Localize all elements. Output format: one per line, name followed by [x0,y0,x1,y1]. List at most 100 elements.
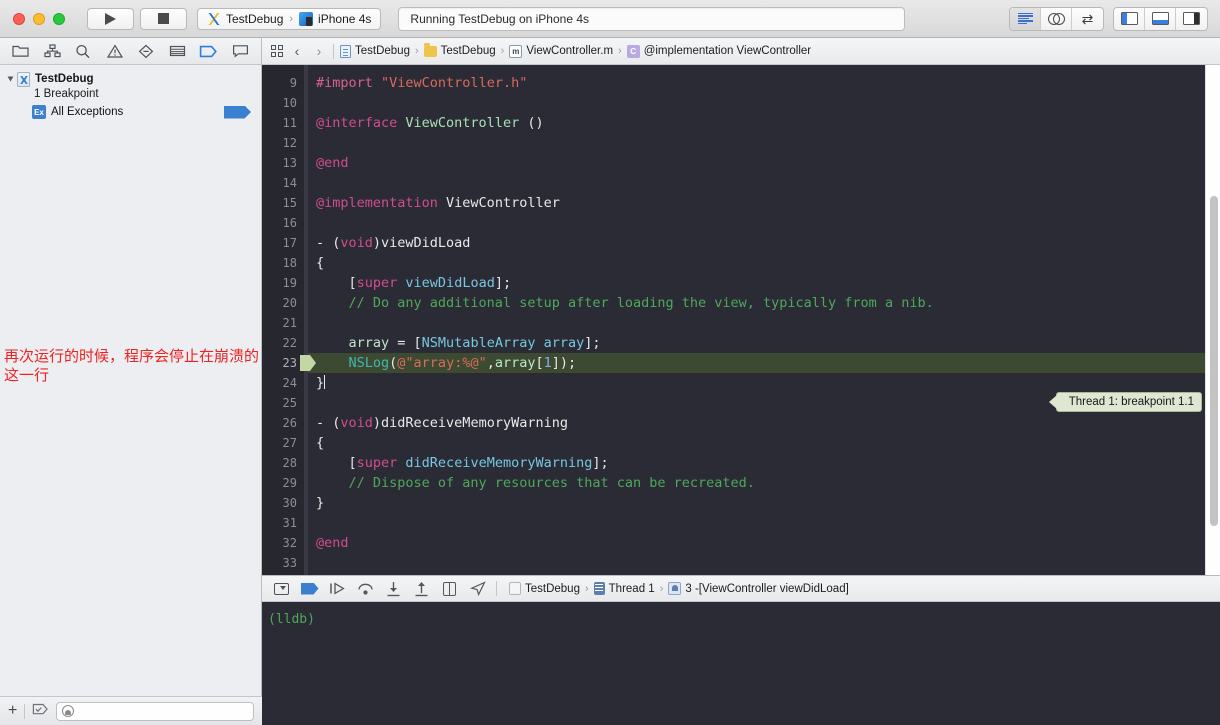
line-number[interactable]: 21 [262,313,304,333]
continue-button[interactable] [328,579,347,598]
filter-input[interactable] [56,701,254,721]
line-number[interactable]: 14 [262,173,304,193]
line-number[interactable]: 11 [262,113,304,133]
add-breakpoint-button[interactable]: + [8,703,17,719]
debug-breadcrumb-thread[interactable]: Thread 1 [593,582,655,595]
code-line[interactable]: @interface ViewController () [308,113,1220,133]
line-number[interactable]: 32 [262,533,304,553]
assistant-editor-button[interactable] [1041,7,1072,30]
line-number[interactable]: 24 [262,373,304,393]
toggle-debug-area-button[interactable] [1145,7,1176,30]
line-number[interactable]: 23 [262,353,304,373]
breakpoint-row-all-exceptions[interactable]: Ex All Exceptions [0,103,261,121]
line-number[interactable]: 10 [262,93,304,113]
debug-breadcrumb-process[interactable]: TestDebug [509,582,580,595]
issue-navigator-tab[interactable] [100,40,129,63]
thread-breakpoint-annotation[interactable]: Thread 1: breakpoint 1.1 [1055,392,1202,412]
line-number[interactable]: 25 [262,393,304,413]
line-number[interactable]: 22 [262,333,304,353]
deactivate-breakpoints-button[interactable] [300,579,319,598]
code-line[interactable]: #import "ViewController.h" [308,73,1220,93]
editor-vertical-scrollbar[interactable] [1205,65,1220,575]
breakpoint-enabled-flag[interactable] [224,105,251,119]
toggle-utilities-button[interactable] [1176,8,1207,30]
code-line[interactable] [308,93,1220,113]
version-editor-button[interactable]: ⇄ [1072,8,1103,30]
line-number[interactable]: 13 [262,153,304,173]
stop-button[interactable] [140,7,187,30]
code-line[interactable]: - (void)viewDidLoad [308,233,1220,253]
console-output[interactable]: (lldb) [262,602,1220,725]
code-line[interactable]: // Dispose of any resources that can be … [308,473,1220,493]
report-navigator-tab[interactable] [226,40,255,63]
line-number[interactable]: 12 [262,133,304,153]
disclosure-triangle-icon[interactable] [7,76,14,82]
step-over-button[interactable] [356,579,375,598]
line-number[interactable]: 20 [262,293,304,313]
line-number[interactable]: 16 [262,213,304,233]
line-number[interactable]: 29 [262,473,304,493]
test-navigator-tab[interactable] [132,40,161,63]
breadcrumb-item-file[interactable]: m ViewController.m [509,44,613,58]
code-line[interactable] [308,313,1220,333]
breakpoint-navigator-tab[interactable] [194,40,223,63]
code-line[interactable]: NSLog(@"array:%@",array[1]); [308,353,1220,373]
related-items-icon[interactable] [271,45,283,57]
source-editor[interactable]: 9 10 11 12 13 14 15 16 17 18 19 20 21 22 23 24 25 26 27 28 2… [262,65,1220,575]
symbol-navigator-tab[interactable] [37,40,66,63]
code-line[interactable] [308,133,1220,153]
code-line[interactable] [308,173,1220,193]
line-number[interactable]: 28 [262,453,304,473]
close-window-button[interactable] [13,12,25,25]
run-button[interactable] [87,7,134,30]
toggle-navigator-button[interactable] [1114,7,1145,30]
line-number[interactable]: 18 [262,253,304,273]
code-line[interactable] [308,513,1220,533]
code-line[interactable]: - (void)didReceiveMemoryWarning [308,413,1220,433]
breadcrumb-item-project[interactable]: TestDebug [340,44,410,58]
back-button[interactable]: ‹ [289,44,305,58]
zoom-window-button[interactable] [53,12,65,25]
code-line[interactable]: // Do any additional setup after loading… [308,293,1220,313]
debug-view-hierarchy-button[interactable] [440,579,459,598]
filter-breakpoints-button[interactable] [32,703,49,719]
line-number-gutter[interactable]: 9 10 11 12 13 14 15 16 17 18 19 20 21 22 23 24 25 26 27 28 2… [262,65,304,575]
line-number[interactable]: 30 [262,493,304,513]
code-line[interactable]: { [308,433,1220,453]
code-line[interactable]: } [308,373,1220,393]
line-number[interactable]: 9 [262,73,304,93]
line-number[interactable]: 31 [262,513,304,533]
line-number[interactable]: 19 [262,273,304,293]
line-number[interactable]: 33 [262,553,304,573]
forward-button[interactable]: › [311,44,327,58]
step-out-button[interactable] [412,579,431,598]
standard-editor-button[interactable] [1010,7,1041,30]
line-number[interactable]: 27 [262,433,304,453]
debug-breadcrumb-frame[interactable]: 3 -[ViewController viewDidLoad] [668,582,849,595]
step-into-button[interactable] [384,579,403,598]
code-content[interactable]: #import "ViewController.h" @interface Vie… [308,65,1220,575]
breadcrumb-item-group[interactable]: TestDebug [423,43,496,57]
scrollbar-thumb[interactable] [1210,196,1218,526]
breakpoint-group-row[interactable]: TestDebug [0,71,261,87]
find-navigator-tab[interactable] [69,40,98,63]
code-line[interactable]: @implementation ViewController [308,193,1220,213]
code-line[interactable]: array = [NSMutableArray array]; [308,333,1220,353]
minimize-window-button[interactable] [33,12,45,25]
code-line[interactable]: [super viewDidLoad]; [308,273,1220,293]
line-number[interactable]: 17 [262,233,304,253]
hide-debug-area-button[interactable] [272,579,291,598]
code-line[interactable] [308,553,1220,573]
line-number[interactable]: 15 [262,193,304,213]
code-line[interactable]: @end [308,533,1220,553]
project-navigator-tab[interactable] [6,40,35,63]
code-line[interactable] [308,213,1220,233]
breadcrumb-item-symbol[interactable]: C @implementation ViewController [626,44,811,58]
simulate-location-button[interactable] [468,579,487,598]
debug-navigator-tab[interactable] [163,40,192,63]
scheme-selector[interactable]: TestDebug › iPhone 4s [197,7,382,30]
code-line[interactable]: } [308,493,1220,513]
line-number[interactable]: 26 [262,413,304,433]
code-line[interactable]: [super didReceiveMemoryWarning]; [308,453,1220,473]
code-line[interactable]: @end [308,153,1220,173]
